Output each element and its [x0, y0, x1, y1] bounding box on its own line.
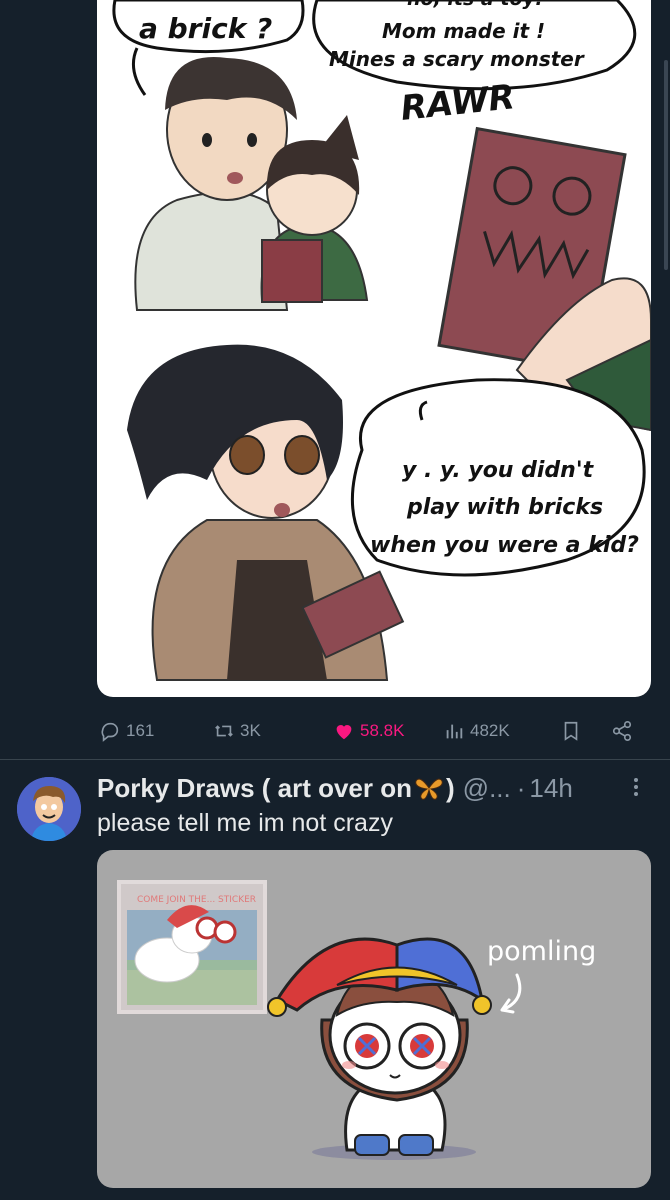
repost-button[interactable]: 3K	[213, 720, 261, 742]
avatar[interactable]	[17, 777, 81, 841]
comic-image[interactable]: a brick ? no, its a toy! Mom made it ! M…	[97, 0, 651, 697]
pomling-label: pomling	[487, 936, 596, 967]
views-icon	[446, 724, 463, 739]
sticker-text: COME JOIN THE... STICKER	[137, 895, 256, 905]
arrow-icon	[500, 973, 522, 1014]
meta-separator: ·	[516, 773, 526, 803]
author-handle[interactable]: @...	[463, 771, 511, 805]
repost-count: 3K	[240, 721, 261, 740]
views-button[interactable]: 482K	[443, 720, 510, 742]
like-button[interactable]: 58.8K	[333, 720, 404, 742]
reply-button[interactable]: 161	[99, 720, 154, 742]
comic-bubble-line2: play with bricks	[406, 495, 603, 520]
comic-bubble-toy-partial: no, its a toy!	[407, 0, 544, 10]
author-name[interactable]: Porky Draws ( art over on	[97, 771, 412, 805]
share-icon	[612, 721, 632, 741]
bookmark-button[interactable]	[560, 720, 582, 742]
post-time[interactable]: 14h	[529, 771, 572, 805]
like-count: 58.8K	[360, 721, 405, 740]
post-image[interactable]: COME JOIN THE... STICKER pomling	[97, 850, 651, 1188]
comic-bubble-line3: when you were a kid?	[370, 533, 639, 558]
like-icon	[336, 725, 352, 740]
comic-bubble-line1: y . y. you didn't	[402, 458, 595, 483]
author-line: Porky Draws ( art over on ) @... · 14h	[97, 771, 652, 805]
comic-bubble-monster: Mines a scary monster	[329, 47, 585, 71]
repost-icon	[215, 725, 233, 737]
comic-bubble-brick: a brick ?	[139, 12, 272, 45]
reply-count: 161	[126, 721, 155, 740]
share-button[interactable]	[611, 720, 633, 742]
butterfly-icon	[415, 778, 443, 800]
views-count: 482K	[470, 721, 510, 740]
post-action-bar: 161 3K 58.8K 482K	[97, 712, 651, 750]
scrollbar[interactable]	[664, 60, 668, 270]
author-name-suffix: )	[446, 773, 455, 803]
post-divider	[0, 759, 670, 760]
more-button[interactable]	[630, 774, 642, 802]
pomling-figure	[267, 937, 492, 1160]
comic-bubble-mom: Mom made it !	[382, 19, 545, 43]
reply-icon	[101, 722, 119, 742]
bookmark-icon	[564, 721, 578, 741]
more-icon	[634, 778, 638, 796]
post-text: please tell me im not crazy	[97, 809, 393, 837]
